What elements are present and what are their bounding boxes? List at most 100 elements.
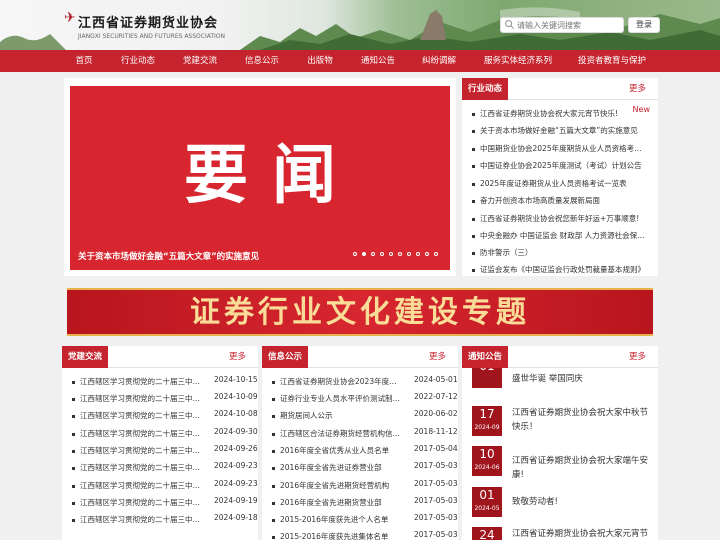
list-item[interactable]: 江西辖区学习贯彻党的二十届三中全会... <box>72 445 202 456</box>
box-header: 行业动态 更多 <box>462 78 658 100</box>
nav-real-economy-series[interactable]: 服务实体经济系列 <box>484 50 552 72</box>
list-item[interactable]: 江西辖区合法证券期货经营机构信息公示 <box>272 428 404 439</box>
nav-notices[interactable]: 通知公告 <box>361 50 395 72</box>
notice-item[interactable]: 17 2024-09 江西省证券期货业协会祝大家中秋节快乐！ <box>472 406 650 436</box>
list-item[interactable]: 江西辖区学习贯彻党的二十届三中全会... <box>72 497 202 508</box>
nav-dispute-mediation[interactable]: 纠纷调解 <box>422 50 456 72</box>
site-subtitle: JIANGXI SECURITIES AND FUTURES ASSOCIATI… <box>78 33 226 40</box>
slide-dot[interactable] <box>407 252 411 256</box>
party-building-box: 党建交流 更多 江西辖区学习贯彻党的二十届三中全会... 2024-10-15 江… <box>62 346 258 540</box>
login-button[interactable]: 登录 <box>628 17 660 33</box>
list-item[interactable]: 证监会发布《中国证监会行政处罚裁量基本规则》 <box>472 264 648 274</box>
list-item[interactable]: 关于资本市场做好金融“五篇大文章”的实施意见 <box>472 125 648 136</box>
notice-item[interactable]: 24 江西省证券期货业协会祝大家元宵节快乐 <box>472 527 650 540</box>
site-header: ✈ 江西省证券期货业协会 JIANGXI SECURITIES AND FUTU… <box>0 0 720 50</box>
list-item[interactable]: 期货居间人公示 <box>272 410 404 421</box>
list-date: 2017-05-04 <box>414 444 458 453</box>
box-header: 通知公告 更多 <box>462 346 658 368</box>
site-title: 江西省证券期货业协会 <box>78 16 219 31</box>
news-slider[interactable]: 要闻 关于资本市场做好金融“五篇大文章”的实施意见 <box>70 86 450 270</box>
more-link[interactable]: 更多 <box>629 346 646 368</box>
slide-dot[interactable] <box>398 252 402 256</box>
notices-box: 通知公告 更多 01 盛世华诞 举国同庆 172024-09 江西省证券期货业协… <box>462 346 658 540</box>
box-header: 党建交流 更多 <box>62 346 258 368</box>
more-link[interactable]: 更多 <box>629 78 646 100</box>
list-date: 2024-10-15 <box>214 375 258 384</box>
list-item[interactable]: 江西辖区学习贯彻党的二十届三中全会... <box>72 428 202 439</box>
slide-dot[interactable] <box>425 252 429 256</box>
notice-title[interactable]: 江西省证券期货业协会祝大家元宵节快乐 <box>512 527 652 540</box>
more-link[interactable]: 更多 <box>229 346 246 368</box>
list-date: 2017-05-03 <box>414 513 458 522</box>
notice-item[interactable]: 01 2024-05 致敬劳动者! <box>472 487 650 517</box>
list-date: 2024-09-19 <box>214 496 258 505</box>
notice-item[interactable]: 01 盛世华诞 举国同庆 <box>472 368 650 388</box>
list-item[interactable]: 江西省证券期货业协会祝您新年好运+万事顺意! <box>472 213 648 224</box>
box-title[interactable]: 党建交流 <box>62 346 109 368</box>
slide-dot[interactable] <box>389 252 393 256</box>
site-logo[interactable]: ✈ 江西省证券期货业协会 JIANGXI SECURITIES AND FUTU… <box>64 6 254 46</box>
list-date: 2017-05-03 <box>414 496 458 505</box>
list-item[interactable]: 中国期货业协会2025年度期货从业人员资格考试... <box>472 143 648 154</box>
list-date: 2024-09-30 <box>214 427 258 436</box>
list-date: 2024-09-26 <box>214 444 258 453</box>
list-item[interactable]: 江西辖区学习贯彻党的二十届三中全会... <box>72 480 202 491</box>
notice-date: 01 <box>472 368 502 388</box>
list-date: 2024-09-23 <box>214 461 258 470</box>
list-item[interactable]: 江西辖区学习贯彻党的二十届三中全会... <box>72 376 202 387</box>
list-item[interactable]: 2016年度全省先进期货经营机构 <box>272 480 404 491</box>
list-date: 2024-10-09 <box>214 392 258 401</box>
list-date: 2017-05-03 <box>414 530 458 539</box>
box-title[interactable]: 行业动态 <box>462 78 509 100</box>
notice-title[interactable]: 致敬劳动者! <box>512 495 652 509</box>
list-item[interactable]: 2025年度证券期货从业人员资格考试一览表 <box>472 178 648 189</box>
list-item[interactable]: 中国证券业协会2025年度测试（考试）计划公告 <box>472 160 648 171</box>
nav-party-building[interactable]: 党建交流 <box>183 50 217 72</box>
slide-dot-active[interactable] <box>362 252 366 256</box>
box-title[interactable]: 信息公示 <box>262 346 309 368</box>
slide-dot[interactable] <box>353 252 357 256</box>
search-input[interactable] <box>500 17 624 33</box>
culture-banner-text: 证券行业文化建设专题 <box>190 295 530 330</box>
list-date: 2022-07-12 <box>414 392 458 401</box>
list-date: 2018-11-12 <box>414 427 458 436</box>
notice-item[interactable]: 10 2024-06 江西省证券期货业协会祝大家端午安康! <box>472 446 650 480</box>
list-item[interactable]: 2016年度全省先进证券营业部 <box>272 462 404 473</box>
nav-industry-news[interactable]: 行业动态 <box>121 50 155 72</box>
list-item[interactable]: 2015-2016年度获先进集体名单 <box>272 531 404 540</box>
more-link[interactable]: 更多 <box>429 346 446 368</box>
list-item[interactable]: 江西省证券期货业协会祝大家元宵节快乐! <box>472 108 630 119</box>
industry-news-box: 行业动态 更多 New 江西省证券期货业协会祝大家元宵节快乐! 关于资本市场做好… <box>462 78 658 276</box>
list-item[interactable]: 江西辖区学习贯彻党的二十届三中全会... <box>72 410 202 421</box>
box-title[interactable]: 通知公告 <box>462 346 509 368</box>
culture-banner[interactable]: 证券行业文化建设专题 <box>67 288 653 336</box>
nav-info-disclosure[interactable]: 信息公示 <box>245 50 279 72</box>
list-item[interactable]: 2015-2016年度获先进个人名单 <box>272 514 404 525</box>
list-item[interactable]: 江西辖区学习贯彻党的二十届三中全会... <box>72 514 202 525</box>
nav-investor-education[interactable]: 投资者教育与保护 <box>578 50 646 72</box>
notice-title[interactable]: 江西省证券期货业协会祝大家中秋节快乐！ <box>512 406 652 434</box>
nav-publications[interactable]: 出版物 <box>307 50 333 72</box>
list-item[interactable]: 2016年度全省先进期货营业部 <box>272 497 404 508</box>
list-item[interactable]: 2016年度全省优秀从业人员名单 <box>272 445 404 456</box>
list-item[interactable]: 江西省证券期货业协会2023年度表彰... <box>272 376 404 387</box>
slide-dot[interactable] <box>380 252 384 256</box>
list-item[interactable]: 证券行业专业人员水平评价测试制度暨... <box>272 393 404 404</box>
list-item[interactable]: 江西辖区学习贯彻党的二十届三中全会... <box>72 393 202 404</box>
list-item[interactable]: 防非警示（三） <box>472 247 648 258</box>
slide-dot[interactable] <box>371 252 375 256</box>
list-date: 2024-05-01 <box>414 375 458 384</box>
slide-dot[interactable] <box>416 252 420 256</box>
new-badge: New <box>632 105 650 114</box>
main-nav: 首页 行业动态 党建交流 信息公示 出版物 通知公告 纠纷调解 服务实体经济系列… <box>0 50 720 72</box>
notice-title[interactable]: 盛世华诞 举国同庆 <box>512 372 650 386</box>
list-item[interactable]: 中央金融办 中国证监会 财政部 人力资源社会保障... <box>472 230 648 241</box>
slide-caption[interactable]: 关于资本市场做好金融“五篇大文章”的实施意见 <box>78 250 259 262</box>
list-item[interactable]: 江西辖区学习贯彻党的二十届三中全会... <box>72 462 202 473</box>
box-header: 信息公示 更多 <box>262 346 458 368</box>
slide-dot[interactable] <box>434 252 438 256</box>
notice-title[interactable]: 江西省证券期货业协会祝大家端午安康! <box>512 454 652 482</box>
nav-home[interactable]: 首页 <box>75 50 92 72</box>
notice-date: 24 <box>472 527 502 540</box>
list-item[interactable]: 奋力开创资本市场高质量发展新局面 <box>472 195 648 206</box>
